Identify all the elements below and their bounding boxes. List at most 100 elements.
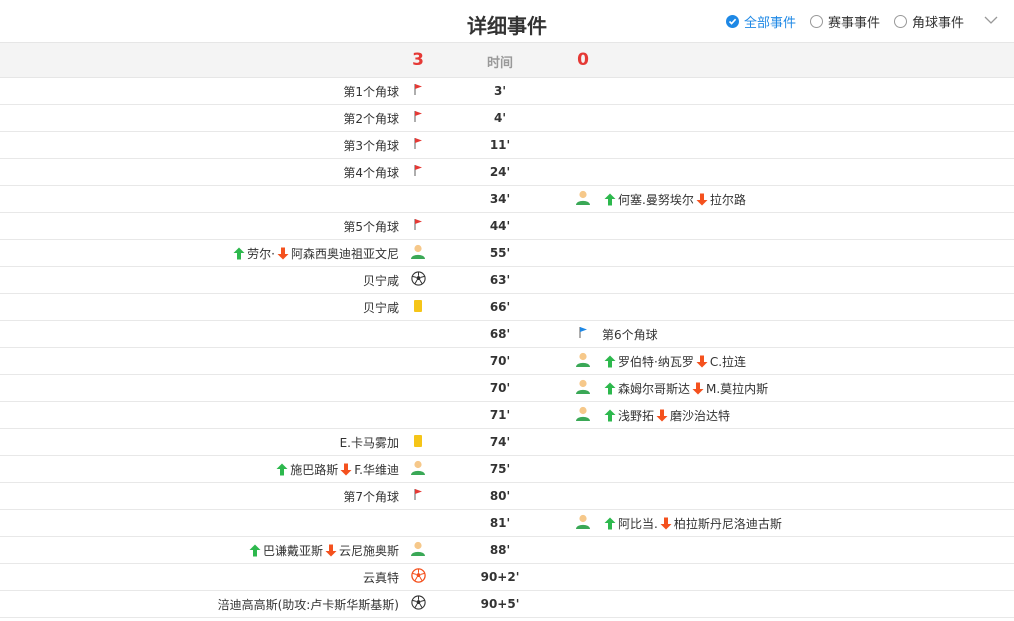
filter-all-events[interactable]: 全部事件 bbox=[725, 12, 796, 31]
home-event: 第5个角球 bbox=[343, 213, 399, 239]
event-list: 第1个角球 3' 第2个角球 4' 第3个角球 11' 第4个角球 24' 34' 何塞.曼努埃尔… bbox=[0, 78, 1014, 618]
event-minute: 90+5' bbox=[480, 597, 520, 611]
player-in-name: 劳尔· bbox=[247, 246, 275, 261]
home-event-icon-slot bbox=[409, 137, 427, 153]
checked-radio-icon[interactable] bbox=[725, 15, 739, 28]
event-row: 劳尔· 阿森西奥迪祖亚文尼 55' bbox=[0, 240, 1014, 267]
away-event: 阿比当. 柏拉斯丹尼洛迪古斯 bbox=[602, 510, 782, 536]
sub-in-arrow-icon bbox=[604, 517, 616, 530]
player-in-name: 巴谦戴亚斯 bbox=[262, 543, 323, 558]
home-event-icon-slot bbox=[409, 595, 427, 613]
event-text: 第7个角球 bbox=[343, 489, 399, 504]
event-minute: 3' bbox=[493, 84, 507, 98]
home-event: 贝宁咸 bbox=[363, 267, 399, 293]
home-event: 第7个角球 bbox=[343, 483, 399, 509]
event-row: 第3个角球 11' bbox=[0, 132, 1014, 159]
chevron-down-icon[interactable] bbox=[984, 14, 998, 29]
score-row: 3 时间 0 bbox=[0, 43, 1014, 78]
event-filters: 全部事件 赛事事件 角球事件 bbox=[725, 12, 998, 31]
corner-flag-icon bbox=[413, 110, 423, 126]
filter-label: 角球事件 bbox=[911, 16, 964, 31]
event-minute: 74' bbox=[489, 435, 511, 449]
substitution-player-icon bbox=[410, 244, 426, 262]
player-out-name: 云尼施奥斯 bbox=[338, 543, 399, 558]
filter-corner-events[interactable]: 角球事件 bbox=[893, 12, 964, 31]
home-event-icon-slot bbox=[409, 110, 427, 126]
player-in-name: 阿比当. bbox=[618, 516, 658, 531]
event-text: 涪迪高高斯(助攻:卢卡斯华斯基斯) bbox=[217, 597, 399, 612]
substitution-player-icon bbox=[575, 379, 591, 397]
event-minute: 44' bbox=[489, 219, 511, 233]
away-event-icon-slot bbox=[574, 406, 592, 424]
event-minute: 81' bbox=[489, 516, 511, 530]
home-event: 第2个角球 bbox=[343, 105, 399, 131]
substitution-player-icon bbox=[575, 406, 591, 424]
substitution-player-icon bbox=[575, 514, 591, 532]
away-event: 第6个角球 bbox=[602, 321, 658, 347]
event-row: 贝宁咸 66' bbox=[0, 294, 1014, 321]
home-event: E.卡马雾加 bbox=[340, 429, 399, 455]
sub-in-arrow-icon bbox=[604, 355, 616, 368]
event-row: 81' 阿比当. 柏拉斯丹尼洛迪古斯 bbox=[0, 510, 1014, 537]
home-event-icon-slot bbox=[409, 434, 427, 450]
corner-flag-icon bbox=[413, 137, 423, 153]
event-row: 71' 浅野拓 磨沙治达特 bbox=[0, 402, 1014, 429]
away-event: 罗伯特·纳瓦罗 C.拉连 bbox=[602, 348, 746, 374]
event-row: 第4个角球 24' bbox=[0, 159, 1014, 186]
player-in-name: 罗伯特·纳瓦罗 bbox=[618, 354, 694, 369]
away-event: 森姆尔哥斯达 M.莫拉内斯 bbox=[602, 375, 768, 401]
away-event-icon-slot bbox=[574, 326, 592, 342]
event-text: 贝宁咸 bbox=[362, 273, 399, 288]
filter-match-events[interactable]: 赛事事件 bbox=[809, 12, 880, 31]
player-out-name: 柏拉斯丹尼洛迪古斯 bbox=[673, 516, 782, 531]
event-row: 贝宁咸 63' bbox=[0, 267, 1014, 294]
corner-flag-icon bbox=[413, 218, 423, 234]
goal-ball-icon bbox=[410, 595, 426, 613]
event-minute: 68' bbox=[489, 327, 511, 341]
event-minute: 88' bbox=[489, 543, 511, 557]
sub-out-arrow-icon bbox=[325, 544, 337, 557]
filter-label: 全部事件 bbox=[743, 16, 796, 31]
event-row: 第1个角球 3' bbox=[0, 78, 1014, 105]
corner-flag-icon bbox=[578, 326, 588, 342]
event-row: 70' 森姆尔哥斯达 M.莫拉内斯 bbox=[0, 375, 1014, 402]
yellow-card-icon bbox=[413, 299, 423, 316]
home-event-icon-slot bbox=[409, 164, 427, 180]
event-minute: 11' bbox=[489, 138, 511, 152]
event-row: 第7个角球 80' bbox=[0, 483, 1014, 510]
home-event-icon-slot bbox=[409, 488, 427, 504]
penalty-goal-icon bbox=[410, 568, 426, 586]
event-minute: 80' bbox=[489, 489, 511, 503]
event-minute: 70' bbox=[489, 381, 511, 395]
corner-flag-icon bbox=[413, 164, 423, 180]
sub-in-arrow-icon bbox=[249, 544, 261, 557]
sub-in-arrow-icon bbox=[604, 193, 616, 206]
event-minute: 24' bbox=[489, 165, 511, 179]
home-event: 巴谦戴亚斯 云尼施奥斯 bbox=[247, 537, 399, 563]
home-event: 第4个角球 bbox=[343, 159, 399, 185]
substitution-player-icon bbox=[410, 541, 426, 559]
sub-out-arrow-icon bbox=[696, 355, 708, 368]
substitution-player-icon bbox=[410, 460, 426, 478]
player-in-name: 何塞.曼努埃尔 bbox=[618, 192, 694, 207]
goal-ball-icon bbox=[410, 271, 426, 289]
event-row: E.卡马雾加 74' bbox=[0, 429, 1014, 456]
player-out-name: 磨沙治达特 bbox=[670, 408, 731, 423]
home-event-icon-slot bbox=[409, 218, 427, 234]
home-event-icon-slot bbox=[409, 83, 427, 99]
radio-icon[interactable] bbox=[809, 15, 823, 28]
event-minute: 4' bbox=[493, 111, 507, 125]
event-text: 第4个角球 bbox=[343, 165, 399, 180]
home-event: 第3个角球 bbox=[343, 132, 399, 158]
player-out-name: F.华维迪 bbox=[354, 462, 399, 477]
event-row: 云真特 90+2' bbox=[0, 564, 1014, 591]
event-text: E.卡马雾加 bbox=[339, 435, 399, 450]
event-minute: 90+2' bbox=[480, 570, 520, 584]
home-event: 云真特 bbox=[363, 564, 399, 590]
corner-flag-icon bbox=[413, 488, 423, 504]
sub-out-arrow-icon bbox=[656, 409, 668, 422]
home-event: 施巴路斯 F.华维迪 bbox=[274, 456, 399, 482]
filter-label: 赛事事件 bbox=[827, 16, 880, 31]
radio-icon[interactable] bbox=[893, 15, 907, 28]
event-text: 第3个角球 bbox=[343, 138, 399, 153]
